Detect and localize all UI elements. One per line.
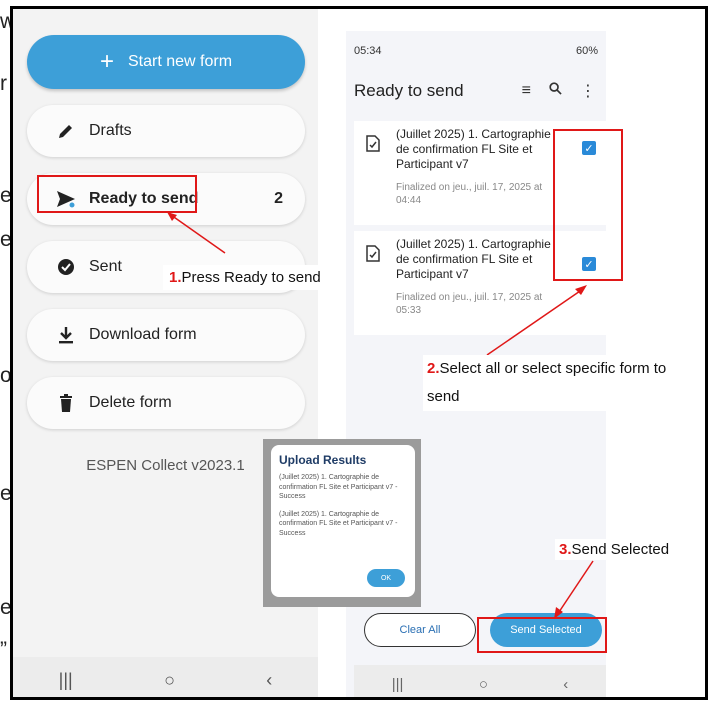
dialog-result-line: (Juillet 2025) 1. Cartographie de confir… [279, 510, 398, 537]
annotation-step3: 3.Send Selected [555, 539, 674, 560]
form-finalized-date: Finalized on jeu., juil. 17, 2025 at 04:… [396, 182, 543, 206]
back-icon[interactable]: ‹ [563, 676, 568, 693]
annotation-step2: 2.Select all or select specific form to … [423, 355, 703, 411]
form-title: (Juillet 2025) 1. Cartographie de confir… [396, 127, 551, 171]
home-icon[interactable]: ○ [479, 676, 488, 693]
system-nav-bar: ||| ○ ‹ [354, 665, 606, 697]
upload-results-dialog: Upload Results (Juillet 2025) 1. Cartogr… [271, 445, 415, 597]
ok-button[interactable]: OK [367, 569, 405, 587]
menu-label: Sent [89, 258, 122, 275]
status-bar: 05:34 60% [354, 45, 598, 57]
edge-letter: ” [0, 638, 7, 661]
edge-letter: r [0, 72, 7, 95]
menu-item-delete-form[interactable]: Delete form [27, 377, 305, 429]
check-circle-icon [55, 256, 77, 278]
tutorial-frame: + Start new form Drafts Ready to send 2 … [10, 6, 708, 700]
page-title: Ready to send [354, 81, 464, 100]
toolbar-actions: ≡ ⋮ [522, 81, 596, 101]
status-battery: 60% [575, 45, 598, 57]
step2-text: Select all or select specific form to se… [427, 360, 667, 405]
dialog-result-line: (Juillet 2025) 1. Cartographie de confir… [279, 474, 398, 500]
start-new-form-label: Start new form [127, 53, 233, 70]
document-check-icon [366, 245, 382, 263]
search-icon[interactable] [549, 82, 562, 100]
recents-icon[interactable]: ||| [392, 676, 404, 693]
arrow-step2 [486, 285, 587, 356]
menu-item-drafts[interactable]: Drafts [27, 105, 305, 157]
back-icon[interactable]: ‹ [266, 670, 272, 691]
more-options-icon[interactable]: ⋮ [580, 81, 596, 101]
arrow-step1 [167, 212, 226, 254]
highlight-checkboxes [553, 129, 623, 281]
plus-icon: + [99, 48, 114, 75]
arrow-step3 [554, 560, 594, 619]
document-check-icon [366, 135, 382, 153]
form-title: (Juillet 2025) 1. Cartographie de confir… [396, 237, 551, 281]
menu-label: Drafts [89, 122, 132, 139]
sort-icon[interactable]: ≡ [522, 82, 531, 100]
highlight-ready-to-send [37, 175, 197, 213]
clear-all-button[interactable]: Clear All [364, 613, 476, 647]
step1-number: 1. [169, 269, 182, 286]
menu-item-download-form[interactable]: Download form [27, 309, 305, 361]
menu-label: Delete form [89, 394, 172, 411]
step1-text: Press Ready to send [181, 269, 321, 286]
ready-count-badge: 2 [274, 190, 283, 207]
pencil-icon [55, 120, 77, 142]
start-new-form-button[interactable]: + Start new form [27, 35, 305, 89]
annotation-step1: 1.Press Ready to send [163, 265, 327, 290]
step2-number: 2. [427, 360, 440, 377]
download-icon [55, 324, 77, 346]
step3-number: 3. [559, 541, 572, 558]
status-time: 05:34 [354, 45, 382, 57]
trash-icon [55, 392, 77, 414]
recents-icon[interactable]: ||| [59, 670, 73, 691]
dialog-title: Upload Results [279, 453, 367, 467]
system-nav-bar: ||| ○ ‹ [13, 657, 318, 697]
home-icon[interactable]: ○ [164, 670, 175, 691]
menu-label: Download form [89, 326, 197, 343]
highlight-send-selected [477, 617, 607, 653]
step3-text: Send Selected [571, 541, 670, 558]
